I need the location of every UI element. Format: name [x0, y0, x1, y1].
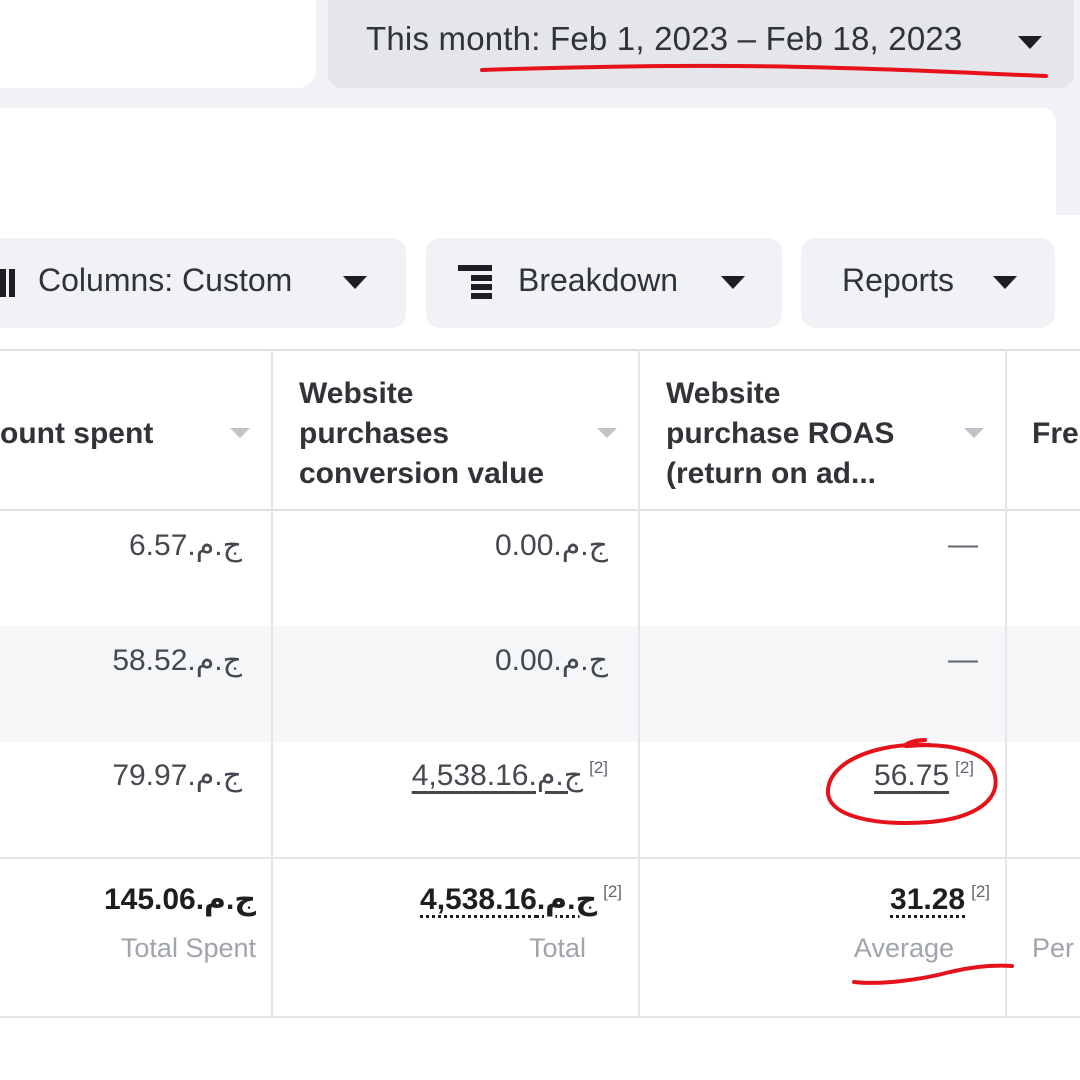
cell-amount-spent: ج.م.6.57 [129, 529, 242, 562]
cell-conversion-value-wrap: ج.م.4,538.16 [2] [412, 758, 608, 793]
cell-roas: — [948, 643, 978, 676]
average-label: Average [853, 933, 954, 963]
total-label: Total [528, 933, 586, 963]
columns-button[interactable]: Columns: Custom [0, 238, 406, 328]
cell-amount-spent: ج.م.79.97 [112, 759, 242, 792]
header-frequency[interactable]: Fre [1032, 414, 1079, 454]
chevron-down-icon [343, 276, 367, 289]
footnote-marker[interactable]: [2] [603, 882, 622, 902]
cell-amount-spent: ج.م.58.52 [112, 644, 242, 677]
cell-roas-wrap: 56.75 [2] [874, 758, 974, 793]
breakdown-icon [458, 265, 494, 299]
chevron-down-icon [1018, 36, 1042, 49]
header-conversion-value[interactable]: Website purchases conversion value [299, 374, 544, 494]
totals-divider [0, 857, 1080, 859]
table-top-border [0, 349, 1080, 351]
column-divider [638, 349, 640, 1018]
header-amount-spent[interactable]: ount spent [0, 414, 153, 454]
cell-conversion-value: ج.م.0.00 [495, 644, 608, 677]
header-roas[interactable]: Website purchase ROAS (return on ad... [666, 374, 894, 494]
columns-label: Columns: Custom [38, 262, 293, 298]
reports-button[interactable]: Reports [801, 238, 1055, 328]
cell-conversion-value[interactable]: ج.م.4,538.16 [412, 759, 583, 792]
average-roas[interactable]: 31.28 [890, 883, 965, 916]
frequency-total-label: Per [1032, 933, 1075, 963]
breakdown-button[interactable]: Breakdown [426, 238, 782, 328]
table-bottom-border [0, 1016, 1080, 1018]
average-roas-wrap: 31.28 [2] [890, 882, 990, 917]
breakdown-label: Breakdown [518, 262, 679, 298]
sort-icon[interactable] [230, 428, 250, 438]
cell-conversion-value: ج.م.0.00 [495, 529, 608, 562]
sort-icon[interactable] [597, 428, 617, 438]
column-divider [271, 349, 273, 1018]
date-range-picker[interactable]: This month: Feb 1, 2023 – Feb 18, 2023 [328, 0, 1074, 88]
cell-roas[interactable]: 56.75 [874, 759, 949, 792]
column-divider [1005, 349, 1007, 1018]
date-range-label: This month: Feb 1, 2023 – Feb 18, 2023 [366, 20, 963, 57]
sort-icon[interactable] [964, 428, 984, 438]
cell-roas: — [948, 528, 978, 561]
chevron-down-icon [993, 276, 1017, 289]
columns-icon [0, 269, 15, 297]
total-conversion-value-wrap: ج.م.4,538.16 [2] [420, 882, 622, 917]
total-spent-label: Total Spent [120, 933, 256, 963]
total-conversion-value[interactable]: ج.م.4,538.16 [420, 883, 597, 916]
search-field[interactable] [0, 0, 316, 88]
total-amount-spent: ج.م.145.06 [103, 883, 256, 916]
footnote-marker[interactable]: [2] [589, 758, 608, 778]
footnote-marker[interactable]: [2] [955, 758, 974, 778]
reports-label: Reports [842, 262, 955, 298]
header-divider [0, 509, 1080, 511]
chevron-down-icon [721, 276, 745, 289]
footnote-marker[interactable]: [2] [971, 882, 990, 902]
